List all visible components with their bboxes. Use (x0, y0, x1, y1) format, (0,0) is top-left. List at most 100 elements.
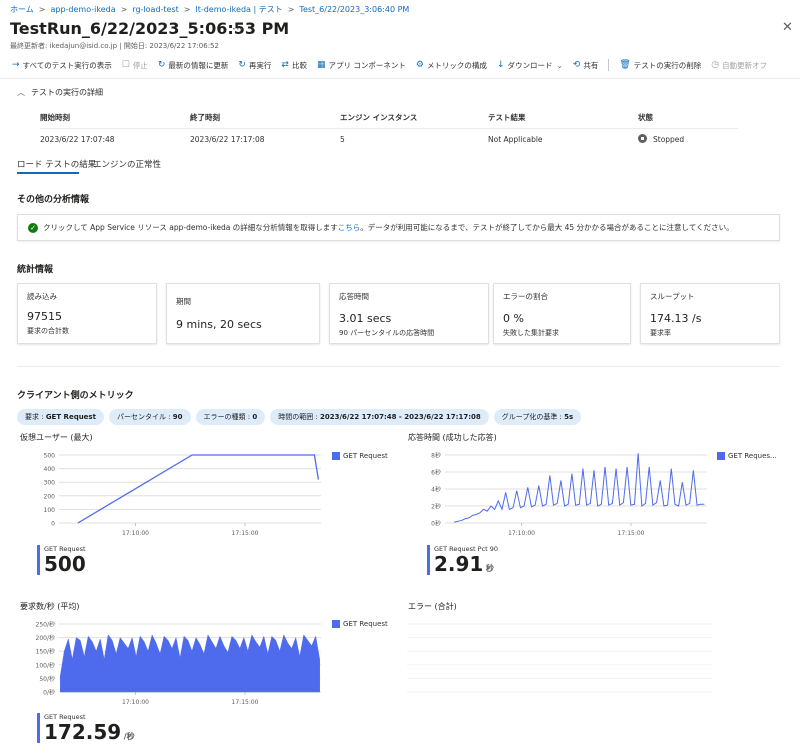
filter-label: グループ化の基準 : (501, 413, 565, 421)
details-table: 開始時刻 終了時刻 エンジン インスタンス テスト結果 状態 2023/6/22… (40, 108, 738, 150)
y-tick-label: 0秒 (431, 520, 441, 528)
start-time: 2023/6/22 17:07:48 (40, 127, 190, 150)
details-heading: テストの実行の詳細 (31, 88, 103, 97)
response-chart: 0秒 2秒 4秒 6秒 8秒 17:10:00 17:15:00 (431, 452, 707, 537)
rps-legend[interactable]: GET Request (332, 620, 388, 628)
summary-unit: 秒 (485, 564, 494, 573)
stats-heading: 統計情報 (17, 265, 54, 275)
series-line (454, 453, 705, 523)
y-tick-label: 6秒 (431, 469, 441, 477)
compare-label: 比較 (291, 60, 307, 70)
y-tick-label: 200 (44, 493, 56, 500)
metrics-config-button[interactable]: ⚙ メトリックの構成 (416, 60, 487, 71)
tab-engine-health[interactable]: エンジンの正常性 (93, 158, 161, 170)
y-tick-label: 8秒 (431, 452, 441, 460)
stat-value: 174.13 /s (650, 312, 702, 325)
arrow-right-icon: → (12, 60, 20, 70)
filter-pills: 要求 : GET Request パーセンタイル : 90 エラーの種類 : 0… (17, 409, 586, 425)
col-status: 状態 (638, 113, 653, 123)
legend-swatch (332, 452, 340, 460)
divider (0, 78, 800, 79)
auto-refresh-button[interactable]: ◷ 自動更新オフ (711, 60, 767, 71)
stat-value: 9 mins, 20 secs (176, 318, 262, 331)
filter-error-type[interactable]: エラーの種類 : 0 (195, 409, 266, 425)
analysis-link[interactable]: こちら (338, 222, 361, 233)
filter-value: GET Request (45, 413, 96, 421)
filter-label: エラーの種類 : (203, 413, 253, 421)
divider (17, 366, 780, 367)
vusers-chart-title: 仮想ユーザー (最大) (20, 433, 93, 442)
close-icon[interactable]: ✕ (782, 20, 793, 35)
stat-title: 応答時間 (339, 292, 369, 301)
breadcrumb-test[interactable]: Test_6/22/2023_3:06:40 PM (299, 5, 409, 14)
rps-chart-title: 要求数/秒 (平均) (20, 602, 80, 611)
legend-swatch (332, 620, 340, 628)
view-all-runs-label: すべてのテスト実行の表示 (22, 60, 112, 70)
x-tick-label: 17:15:00 (232, 530, 259, 537)
breadcrumb-home[interactable]: ホーム (10, 5, 34, 14)
legend-label: GET Request (343, 452, 388, 460)
share-icon: ⟲ (572, 60, 581, 70)
details-toggle[interactable]: ︿ テストの実行の詳細 (17, 87, 103, 98)
compare-button[interactable]: ⇄ 比較 (281, 60, 307, 71)
stat-card-load: 読み込み 97515 要求の合計数 (17, 283, 157, 344)
view-all-runs-button[interactable]: → すべてのテスト実行の表示 (12, 60, 112, 71)
response-legend[interactable]: GET Reques... (717, 452, 777, 460)
filter-group-by[interactable]: グループ化の基準 : 5s (493, 409, 582, 425)
gear-icon: ⚙ (415, 60, 424, 70)
stat-sub: 要求の合計数 (27, 327, 69, 335)
clock-icon: ◷ (711, 60, 720, 70)
page-subtitle: 最終更新者: ikedajun@isid.co.jp | 開始日: 2023/6… (10, 42, 219, 50)
filter-value: 0 (252, 413, 258, 421)
summary-value: 2.91 (434, 552, 484, 576)
stat-card-duration: 期間 9 mins, 20 secs (166, 283, 320, 344)
filter-request[interactable]: 要求 : GET Request (17, 409, 104, 425)
app-components-button[interactable]: ▦ アプリ コンポーネント (317, 60, 406, 71)
stop-button[interactable]: ☐ 停止 (122, 60, 148, 71)
chevron-right-icon: > (120, 5, 128, 14)
refresh-icon: ↻ (157, 60, 166, 70)
y-tick-label: 100/秒 (36, 661, 55, 669)
breadcrumb: ホーム > app-demo-ikeda > rg-load-test > lt-demo-… (10, 4, 409, 15)
stat-value: 3.01 secs (339, 312, 392, 325)
delete-run-button[interactable]: 🗑 テストの実行の削除 (619, 60, 701, 71)
delete-run-label: テストの実行の削除 (633, 60, 702, 70)
filter-percentile[interactable]: パーセンタイル : 90 (108, 409, 191, 425)
vusers-legend[interactable]: GET Request (332, 452, 388, 460)
share-button[interactable]: ⟲ 共有 (573, 60, 599, 71)
x-tick-label: 17:10:00 (122, 699, 149, 706)
breadcrumb-app[interactable]: app-demo-ikeda (50, 5, 115, 14)
rerun-button[interactable]: ↻ 再実行 (238, 60, 271, 71)
grid-icon: ▦ (316, 60, 326, 70)
errors-chart-title: エラー (合計) (408, 602, 457, 611)
x-tick-label: 17:10:00 (122, 530, 149, 537)
breadcrumb-loadtest[interactable]: lt-demo-ikeda | テスト (195, 5, 282, 14)
details-row: 2023/6/22 17:07:48 2023/6/22 17:17:08 5 … (40, 127, 738, 150)
errors-chart (407, 623, 712, 693)
stopped-icon (638, 134, 647, 143)
filter-label: 要求 : (25, 413, 46, 421)
analysis-info-bar: ✓ クリックして App Service リソース app-demo-ikeda… (17, 214, 780, 241)
engine-count: 5 (340, 127, 488, 150)
stat-title: 期間 (176, 297, 191, 306)
stat-sub: 90 パーセンタイルの応答時間 (339, 329, 435, 337)
breadcrumb-rg[interactable]: rg-load-test (132, 5, 178, 14)
y-tick-label: 4秒 (431, 486, 441, 494)
col-end: 終了時刻 (190, 113, 220, 123)
filter-time-range[interactable]: 時間の範囲 : 2023/6/22 17:07:48 - 2023/6/22 1… (270, 409, 489, 425)
page-title: TestRun_6/22/2023_5:06:53 PM (10, 19, 290, 38)
stat-value: 97515 (27, 310, 62, 323)
checkmark-icon: ✓ (28, 222, 38, 233)
stat-sub: 失敗した集計要求 (503, 329, 559, 337)
y-tick-label: 2秒 (431, 503, 441, 511)
download-button[interactable]: ↓ ダウンロード ⌄ (497, 60, 563, 71)
more-options-icon[interactable]: ··· (232, 22, 243, 36)
tab-load-test-results[interactable]: ロード テストの結果 (17, 158, 96, 170)
refresh-button[interactable]: ↻ 最新の情報に更新 (158, 60, 229, 71)
response-summary: GET Request Pct 90 2.91 秒 (427, 545, 498, 575)
y-tick-label: 500 (44, 453, 56, 460)
filter-value: 5s (564, 413, 574, 421)
status-cell: Stopped (638, 127, 738, 150)
series-area (60, 634, 320, 693)
x-tick-label: 17:15:00 (618, 530, 645, 537)
